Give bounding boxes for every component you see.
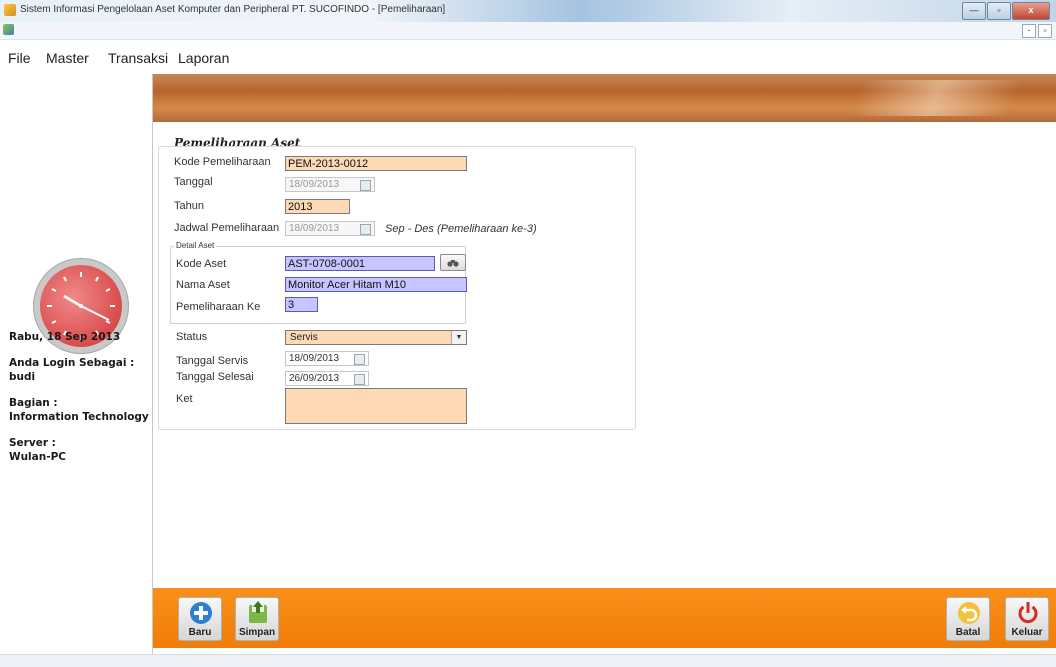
pemeliharaan-ke-input[interactable]: 3	[285, 297, 318, 312]
chevron-down-icon: ▼	[451, 331, 466, 344]
baru-label: Baru	[188, 627, 212, 638]
header-banner	[153, 74, 1056, 122]
tanggal-value: 18/09/2013	[289, 179, 340, 190]
pemeliharaan-ke-label: Pemeliharaan Ke	[176, 301, 261, 313]
tanggal-servis-datepicker[interactable]: 18/09/2013	[285, 351, 369, 366]
tanggal-selesai-label: Tanggal Selesai	[176, 371, 254, 383]
tanggal-label: Tanggal	[174, 176, 213, 188]
status-select[interactable]: Servis ▼	[285, 330, 467, 345]
add-icon	[190, 602, 212, 624]
detail-aset-title: Detail Aset	[174, 241, 217, 250]
binoculars-icon	[447, 260, 459, 267]
bagian-value: Information Technology	[9, 411, 149, 423]
tanggal-servis-value: 18/09/2013	[289, 353, 340, 364]
tanggal-datepicker[interactable]: 18/09/2013	[285, 177, 375, 192]
login-user: budi	[9, 371, 36, 383]
banner-graphic	[849, 80, 1023, 116]
kode-aset-label: Kode Aset	[176, 258, 227, 270]
sidebar: Rabu, 18 Sep 2013 Anda Login Sebagai : b…	[0, 74, 153, 654]
tanggal-servis-label: Tanggal Servis	[176, 355, 249, 367]
kode-pemeliharaan-label: Kode Pemeliharaan	[174, 156, 271, 168]
jadwal-datepicker[interactable]: 18/09/2013	[285, 221, 375, 236]
window-title-bar: Sistem Informasi Pengelolaan Aset Komput…	[0, 0, 1056, 22]
ket-textarea[interactable]	[285, 388, 467, 424]
calendar-icon	[354, 374, 365, 385]
status-label: Status	[176, 331, 208, 343]
jadwal-value: 18/09/2013	[289, 223, 340, 234]
close-button[interactable]: x	[1012, 2, 1050, 20]
jadwal-note: Sep - Des (Pemeliharaan ke-3)	[385, 223, 537, 235]
bagian-label: Bagian :	[9, 397, 58, 409]
calendar-icon	[354, 354, 365, 365]
child-window-icon[interactable]	[3, 24, 14, 35]
kode-aset-input[interactable]: AST-0708-0001	[285, 256, 435, 271]
child-minimize-button[interactable]: -	[1022, 24, 1036, 38]
save-icon	[249, 601, 267, 623]
menu-laporan[interactable]: Laporan	[178, 50, 229, 66]
calendar-icon	[360, 224, 371, 235]
ket-label: Ket	[176, 393, 193, 405]
batal-label: Batal	[955, 627, 981, 638]
baru-button[interactable]: Baru	[178, 597, 222, 641]
undo-icon	[958, 602, 980, 624]
menu-file[interactable]: File	[8, 50, 31, 66]
child-restore-button[interactable]: ▫	[1038, 24, 1052, 38]
maximize-button[interactable]: ▫	[987, 2, 1011, 20]
server-value: Wulan-PC	[9, 451, 66, 463]
tahun-input[interactable]: 2013	[285, 199, 350, 214]
action-toolbar: Baru Simpan Batal Keluar	[153, 588, 1056, 648]
tanggal-selesai-value: 26/09/2013	[289, 373, 340, 384]
server-label: Server :	[9, 437, 56, 449]
keluar-label: Keluar	[1011, 627, 1043, 638]
power-icon	[1018, 602, 1038, 624]
keluar-button[interactable]: Keluar	[1005, 597, 1049, 641]
current-date: Rabu, 18 Sep 2013	[9, 331, 121, 343]
status-value: Servis	[290, 332, 318, 343]
menu-bar: File Master Transaksi Laporan	[0, 40, 1056, 72]
mdi-child-strip: - ▫	[0, 22, 1056, 40]
status-bar	[0, 654, 1056, 667]
calendar-icon	[360, 180, 371, 191]
search-aset-button[interactable]	[440, 254, 466, 271]
simpan-button[interactable]: Simpan	[235, 597, 279, 641]
menu-transaksi[interactable]: Transaksi	[108, 50, 168, 66]
simpan-label: Simpan	[238, 627, 276, 638]
batal-button[interactable]: Batal	[946, 597, 990, 641]
login-label: Anda Login Sebagai :	[9, 357, 135, 369]
jadwal-label: Jadwal Pemeliharaan	[174, 222, 280, 234]
nama-aset-label: Nama Aset	[176, 279, 230, 291]
tanggal-selesai-datepicker[interactable]: 26/09/2013	[285, 371, 369, 386]
app-icon	[4, 4, 16, 16]
nama-aset-input[interactable]: Monitor Acer Hitam M10	[285, 277, 467, 292]
tahun-label: Tahun	[174, 200, 204, 212]
window-title: Sistem Informasi Pengelolaan Aset Komput…	[20, 4, 446, 15]
menu-master[interactable]: Master	[46, 50, 89, 66]
kode-pemeliharaan-input[interactable]: PEM-2013-0012	[285, 156, 467, 171]
minimize-button[interactable]: —	[962, 2, 986, 20]
